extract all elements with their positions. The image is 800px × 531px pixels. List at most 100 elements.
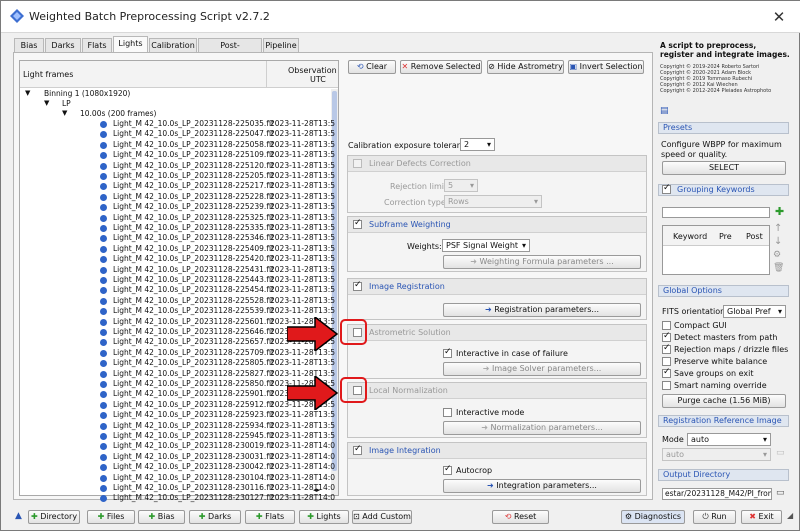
weighting-formula-button[interactable]: ➜ Weighting Formula parameters ... — [443, 255, 641, 269]
subframe-weighting-checkbox[interactable] — [353, 218, 362, 229]
add-darks-button[interactable]: ✚ Darks — [189, 510, 241, 524]
tab-darks[interactable]: Darks — [45, 38, 81, 52]
table-row[interactable]: Light_M 42_10.0s_LP_20231128-225109.fit 2… — [21, 150, 335, 160]
group-exposure[interactable]: 10.00s (200 frames) — [80, 109, 156, 118]
table-row[interactable]: Light_M 42_10.0s_LP_20231128-225912.fit 2… — [21, 400, 335, 410]
table-row[interactable]: Light_M 42_10.0s_LP_20231128-225325.fit 2… — [21, 213, 335, 223]
folder-icon[interactable]: ▭ — [776, 488, 785, 498]
tab-calibration[interactable]: Calibration — [149, 38, 197, 52]
table-row[interactable]: Light_M 42_10.0s_LP_20231128-230031.fit 2… — [21, 452, 335, 462]
table-row[interactable]: Light_M 42_10.0s_LP_20231128-225805.fit 2… — [21, 358, 335, 368]
table-row[interactable]: Light_M 42_10.0s_LP_20231128-225409.fit 2… — [21, 244, 335, 254]
resize-grip-icon[interactable]: ◢ — [787, 511, 793, 520]
save-groups-checkbox[interactable] — [662, 367, 671, 378]
table-row[interactable]: Light_M 42_10.0s_LP_20231128-225850.fit 2… — [21, 379, 335, 389]
add-files-button[interactable]: ✚ Files — [87, 510, 135, 524]
table-row[interactable]: Light_M 42_10.0s_LP_20231128-225934.fit 2… — [21, 421, 335, 431]
col-observation[interactable]: Observation — [288, 66, 337, 75]
close-icon[interactable]: ✕ — [769, 8, 789, 26]
settings-icon[interactable]: ⚙ — [773, 250, 781, 260]
remove-selected-button[interactable]: ✕ Remove Selected — [400, 60, 482, 74]
table-row[interactable]: Light_M 42_10.0s_LP_20231128-225945.fit 2… — [21, 431, 335, 441]
keyword-input[interactable] — [662, 207, 770, 218]
tab-post-calibration[interactable]: Post-Calibration — [198, 38, 262, 63]
invert-selection-button[interactable]: ▣ Invert Selection — [568, 60, 644, 74]
preserve-white-balance-checkbox[interactable] — [662, 357, 671, 366]
table-row[interactable]: Light_M 42_10.0s_LP_20231128-225058.fit 2… — [21, 140, 335, 150]
table-row[interactable]: Light_M 42_10.0s_LP_20231128-225346.fit 2… — [21, 233, 335, 243]
mode-select[interactable]: auto — [687, 433, 771, 446]
table-row[interactable]: Light_M 42_10.0s_LP_20231128-225217.fit 2… — [21, 181, 335, 191]
table-row[interactable]: Light_M 42_10.0s_LP_20231128-225901.fit2… — [21, 389, 335, 399]
hide-astrometry-button[interactable]: ⊘ Hide Astrometry — [487, 60, 564, 74]
table-row[interactable]: Light_M 42_10.0s_LP_20231128-230104.fit 2… — [21, 473, 335, 483]
calib-tolerance-spinner[interactable]: 2 — [460, 138, 495, 151]
move-down-icon[interactable]: ↓ — [774, 236, 782, 247]
clear-button[interactable]: ⟲ Clear — [348, 60, 396, 74]
folder-icon[interactable]: ▭ — [776, 448, 785, 458]
exit-button[interactable]: ✖ Exit — [741, 510, 782, 524]
rejection-maps-checkbox[interactable] — [662, 343, 671, 354]
add-icon[interactable]: ✚ — [775, 205, 784, 218]
table-row[interactable]: Light_M 42_10.0s_LP_20231128-230042.fit 2… — [21, 462, 335, 472]
tab-bias[interactable]: Bias — [14, 38, 44, 52]
col-light-frames[interactable]: Light frames — [23, 70, 73, 79]
astrometric-interactive-checkbox[interactable] — [443, 347, 452, 358]
add-bias-button[interactable]: ✚ Bias — [138, 510, 185, 524]
table-row[interactable]: Light_M 42_10.0s_LP_20231128-230127.fit 2… — [21, 493, 335, 503]
rejection-limit-spinner[interactable]: 5 — [444, 179, 478, 192]
correction-type-select[interactable]: Rows — [444, 195, 542, 208]
add-custom-button[interactable]: ⊡ Add Custom — [352, 510, 412, 524]
table-row[interactable]: Light_M 42_10.0s_LP_20231128-225539.fit 2… — [21, 306, 335, 316]
move-up-icon[interactable]: ↑ — [774, 223, 782, 234]
table-row[interactable]: Light_M 42_10.0s_LP_20231128-225646.fit2… — [21, 327, 335, 337]
autocrop-checkbox[interactable] — [443, 464, 452, 475]
table-row[interactable]: Light_M 42_10.0s_LP_20231128-225454.fit 2… — [21, 285, 335, 295]
table-row[interactable]: Light_M 42_10.0s_LP_20231128-230116.fit 2… — [21, 483, 335, 493]
image-registration-checkbox[interactable] — [353, 280, 362, 291]
table-row[interactable]: Light_M 42_10.0s_LP_20231128-225528.fit 2… — [21, 296, 335, 306]
table-row[interactable]: Light_M 42_10.0s_LP_20231128-225120.fit 2… — [21, 161, 335, 171]
col-utc[interactable]: UTC — [310, 75, 326, 84]
table-row[interactable]: Light_M 42_10.0s_LP_20231128-225205.fit 2… — [21, 171, 335, 181]
table-row[interactable]: Light_M 42_10.0s_LP_20231128-225431.fit 2… — [21, 265, 335, 275]
tab-flats[interactable]: Flats — [82, 38, 112, 52]
run-button[interactable]: ⏻ Run — [693, 510, 736, 524]
fits-orientation-select[interactable]: Global Pref — [723, 305, 786, 318]
table-row[interactable]: Light_M 42_10.0s_LP_20231128-225443.fit 2… — [21, 275, 335, 285]
linear-defects-checkbox[interactable] — [353, 159, 362, 168]
add-flats-button[interactable]: ✚ Flats — [245, 510, 295, 524]
table-row[interactable]: Light_M 42_10.0s_LP_20231128-225239.fit 2… — [21, 202, 335, 212]
reset-button[interactable]: ⟲ Reset — [492, 510, 549, 524]
purge-cache-button[interactable]: Purge cache (1.56 MiB) — [662, 394, 786, 408]
add-lights-button[interactable]: ✚ Lights — [299, 510, 349, 524]
table-row[interactable]: Light_M 42_10.0s_LP_20231128-225709.fit 2… — [21, 348, 335, 358]
detect-masters-checkbox[interactable] — [662, 331, 671, 342]
image-integration-checkbox[interactable] — [353, 444, 362, 455]
compact-gui-checkbox[interactable] — [662, 321, 671, 330]
expand-icon[interactable]: ▼ — [44, 99, 49, 107]
scroll-arrows-icon[interactable]: ◂▸ — [313, 486, 320, 494]
weights-select[interactable]: PSF Signal Weight — [442, 239, 530, 252]
table-row[interactable]: Light_M 42_10.0s_LP_20231128-225420.fit 2… — [21, 254, 335, 264]
table-row[interactable]: Light_M 42_10.0s_LP_20231128-225827.fit 2… — [21, 369, 335, 379]
output-directory-field[interactable]: estar/20231128_M42/PI_from — [662, 488, 772, 500]
presets-select-button[interactable]: SELECT — [662, 161, 786, 175]
table-row[interactable]: Light_M 42_10.0s_LP_20231128-225228.fit 2… — [21, 192, 335, 202]
table-row[interactable]: Light_M 42_10.0s_LP_20231128-225657.fit 2… — [21, 337, 335, 347]
new-instance-icon[interactable]: ▲ — [15, 511, 22, 521]
table-row[interactable]: Light_M 42_10.0s_LP_20231128-225335.fit 2… — [21, 223, 335, 233]
image-solver-button[interactable]: ➜ Image Solver parameters... — [443, 362, 641, 376]
group-binning[interactable]: Binning 1 (1080x1920) — [44, 89, 130, 98]
table-row[interactable]: Light_M 42_10.0s_LP_20231128-230019.fit 2… — [21, 441, 335, 451]
expand-icon[interactable]: ▼ — [25, 89, 30, 97]
local-norm-interactive-checkbox[interactable] — [443, 408, 452, 417]
integration-params-button[interactable]: ➜ Integration parameters... — [443, 479, 641, 493]
registration-params-button[interactable]: ➜ Registration parameters... — [443, 303, 641, 317]
table-row[interactable]: Light_M 42_10.0s_LP_20231128-225601.fit 2… — [21, 317, 335, 327]
table-row[interactable]: Light_M 42_10.0s_LP_20231128-225035.fit 2… — [21, 119, 335, 129]
table-row[interactable]: Light_M 42_10.0s_LP_20231128-225047.fit 2… — [21, 129, 335, 139]
tab-pipeline[interactable]: Pipeline — [263, 38, 299, 52]
keywords-table[interactable]: Keyword Pre Post — [662, 225, 770, 275]
add-directory-button[interactable]: ✚ Directory — [28, 510, 80, 524]
